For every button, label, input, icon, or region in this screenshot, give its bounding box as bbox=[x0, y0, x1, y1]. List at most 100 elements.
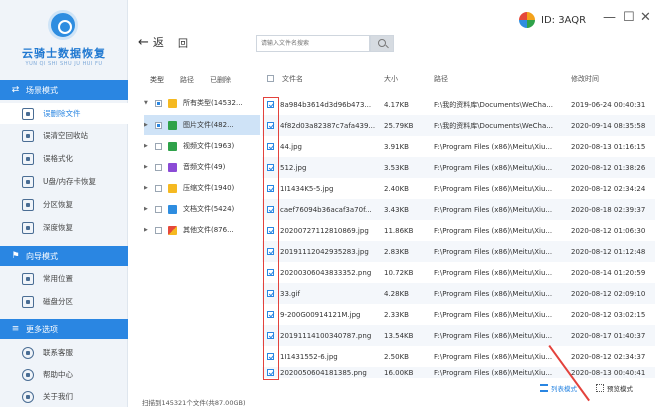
back-arrow-icon: ← bbox=[138, 34, 149, 50]
back-button[interactable]: ← 返 bbox=[138, 34, 164, 50]
nav-item-deleted-files[interactable]: 误删除文件 bbox=[0, 103, 128, 124]
tree-checkbox[interactable] bbox=[155, 226, 162, 234]
deleted-file-icon bbox=[22, 107, 34, 120]
select-all-checkbox[interactable] bbox=[267, 74, 280, 82]
table-row[interactable]: 512.jpg 3.53KB F:\Program Files (x86)\Meit… bbox=[262, 157, 655, 178]
file-time: 2020-08-12 02:34:37 bbox=[571, 352, 646, 361]
file-size: 25.79KB bbox=[384, 121, 414, 130]
tree-checkbox[interactable] bbox=[155, 121, 162, 129]
minimize-button[interactable]: — bbox=[603, 10, 616, 25]
table-row[interactable]: 33.gif 4.28KB F:\Program Files (x86)\Meitu… bbox=[262, 283, 655, 304]
table-row[interactable]: 20191114100340787.png 13.54KB F:\Program F… bbox=[262, 325, 655, 346]
partition-icon bbox=[22, 198, 34, 211]
tree-label: 文档文件(5424) bbox=[183, 205, 235, 213]
column-header-time[interactable]: 修改时间 bbox=[571, 74, 599, 84]
nav-label: 常用位置 bbox=[43, 274, 73, 283]
maximize-button[interactable]: ☐ bbox=[623, 10, 635, 25]
preview-view-button[interactable]: 预览模式 bbox=[596, 383, 633, 393]
table-row[interactable]: 4f82d03a82387c7afa439... 25.79KB F:\我的资料库\… bbox=[262, 115, 655, 136]
search-input[interactable] bbox=[256, 35, 370, 52]
tree-checkbox[interactable] bbox=[155, 142, 162, 150]
tab-deleted[interactable]: 已删除 bbox=[210, 75, 231, 85]
nav-item-contact-support[interactable]: 联系客服 bbox=[0, 342, 128, 363]
expand-icon[interactable]: ▶ bbox=[144, 164, 152, 170]
table-row[interactable]: 20191112042935283.jpg 2.83KB F:\Program Fi… bbox=[262, 241, 655, 262]
expand-icon[interactable]: ▶ bbox=[144, 122, 152, 128]
tree-row-videos[interactable]: ▶ 视频文件(1963) bbox=[144, 136, 260, 156]
home-button[interactable]: 回 bbox=[178, 35, 188, 50]
nav-label: 误格式化 bbox=[43, 154, 73, 163]
tree-row-all-types[interactable]: ▼ 所有类型(14532... bbox=[144, 93, 260, 113]
table-row[interactable]: 9-200G00914121M.jpg 2.33KB F:\Program File… bbox=[262, 304, 655, 325]
table-row[interactable]: 1I1431552-6.jpg 2.50KB F:\Program Files (x… bbox=[262, 346, 655, 367]
column-header-name[interactable]: 文件名 bbox=[282, 74, 303, 84]
table-row[interactable]: 8a984b3614d3d96b473... 4.17KB F:\我的资料库\Doc… bbox=[262, 94, 655, 115]
tree-checkbox[interactable] bbox=[155, 205, 162, 213]
tree-checkbox[interactable] bbox=[155, 99, 162, 107]
nav-item-recycle-bin[interactable]: 误清空回收站 bbox=[0, 125, 128, 146]
nav-item-deep-recovery[interactable]: 深度恢复 bbox=[0, 217, 128, 238]
table-row[interactable]: 20200727112810869.jpg 11.86KB F:\Program F… bbox=[262, 220, 655, 241]
tree-row-archives[interactable]: ▶ 压缩文件(1940) bbox=[144, 178, 260, 198]
expand-icon[interactable]: ▶ bbox=[144, 206, 152, 212]
nav-item-common-locations[interactable]: 常用位置 bbox=[0, 268, 128, 289]
nav-item-format[interactable]: 误格式化 bbox=[0, 148, 128, 169]
search-button[interactable] bbox=[370, 35, 394, 52]
table-row[interactable]: 44.jpg 3.91KB F:\Program Files (x86)\Meitu… bbox=[262, 136, 655, 157]
file-path: F:\Program Files (x86)\Meitu\Xiu... bbox=[434, 205, 553, 214]
tree-row-images[interactable]: ▶ 图片文件(482... bbox=[144, 115, 260, 135]
nav-item-about[interactable]: 关于我们 bbox=[0, 386, 128, 407]
expand-icon[interactable]: ▶ bbox=[144, 227, 152, 233]
header-checkbox[interactable] bbox=[267, 74, 274, 82]
nav-item-partition[interactable]: 分区恢复 bbox=[0, 194, 128, 215]
column-header-path[interactable]: 路径 bbox=[434, 74, 448, 84]
file-size: 3.43KB bbox=[384, 205, 409, 214]
nav-item-disk-partition[interactable]: 磁盘分区 bbox=[0, 291, 128, 312]
tab-type[interactable]: 类型 bbox=[150, 75, 164, 85]
nav-label: 分区恢复 bbox=[43, 200, 73, 209]
section-wizard-mode[interactable]: ⚑ 向导模式 bbox=[0, 246, 128, 266]
nav-label: 磁盘分区 bbox=[43, 297, 73, 306]
file-name: 4f82d03a82387c7afa439... bbox=[280, 121, 376, 130]
nav-label: 误删除文件 bbox=[43, 109, 81, 118]
section-label: 场景模式 bbox=[26, 85, 58, 95]
nav-item-help-center[interactable]: 帮助中心 bbox=[0, 364, 128, 385]
image-file-icon bbox=[168, 120, 177, 130]
column-header-size[interactable]: 大小 bbox=[384, 74, 398, 84]
tree-label: 压缩文件(1940) bbox=[183, 184, 235, 192]
file-time: 2020-08-12 03:02:15 bbox=[571, 310, 646, 319]
back-label: 返 bbox=[152, 36, 164, 49]
tab-path[interactable]: 路径 bbox=[180, 75, 194, 85]
tree-row-audio[interactable]: ▶ 音频文件(49) bbox=[144, 157, 260, 177]
nav-label: U盘/内存卡恢复 bbox=[43, 177, 97, 186]
close-button[interactable]: ✕ bbox=[640, 10, 651, 25]
phone-icon bbox=[22, 346, 34, 359]
table-row[interactable]: 20200306043833352.png 10.72KB F:\Program F… bbox=[262, 262, 655, 283]
account-icon bbox=[519, 12, 535, 28]
file-name: 20191112042935283.jpg bbox=[280, 247, 369, 256]
file-path: F:\Program Files (x86)\Meitu\Xiu... bbox=[434, 142, 553, 151]
expand-icon[interactable]: ▶ bbox=[144, 185, 152, 191]
section-more-options[interactable]: ≡ 更多选项 bbox=[0, 319, 128, 339]
file-name: 20191114100340787.png bbox=[280, 331, 372, 340]
file-time: 2020-08-18 02:39:37 bbox=[571, 205, 646, 214]
section-scene-mode[interactable]: ⇄ 场景模式 bbox=[0, 80, 128, 100]
tree-checkbox[interactable] bbox=[155, 184, 162, 192]
table-row[interactable]: 1I1434K5-5.jpg 2.40KB F:\Program Files (x8… bbox=[262, 178, 655, 199]
file-name: 20200306043833352.png bbox=[280, 268, 372, 277]
table-row[interactable]: caef76094b36acaf3a70f... 3.43KB F:\Program… bbox=[262, 199, 655, 220]
list-view-button[interactable]: 列表模式 bbox=[540, 383, 577, 393]
file-path: F:\Program Files (x86)\Meitu\Xiu... bbox=[434, 184, 553, 193]
file-name: caef76094b36acaf3a70f... bbox=[280, 205, 372, 214]
file-size: 11.86KB bbox=[384, 226, 414, 235]
deep-scan-icon bbox=[22, 221, 34, 234]
table-row[interactable]: 2020050604181385.png 16.00KB F:\Program Fi… bbox=[262, 367, 655, 378]
tree-checkbox[interactable] bbox=[155, 163, 162, 171]
nav-item-usb-card[interactable]: U盘/内存卡恢复 bbox=[0, 171, 128, 192]
tree-row-documents[interactable]: ▶ 文档文件(5424) bbox=[144, 199, 260, 219]
expand-icon[interactable]: ▶ bbox=[144, 143, 152, 149]
tree-row-other[interactable]: ▶ 其他文件(876... bbox=[144, 220, 260, 240]
usb-drive-icon bbox=[22, 175, 34, 188]
file-path: F:\Program Files (x86)\Meitu\Xiu... bbox=[434, 268, 553, 277]
expand-icon[interactable]: ▼ bbox=[144, 100, 152, 106]
